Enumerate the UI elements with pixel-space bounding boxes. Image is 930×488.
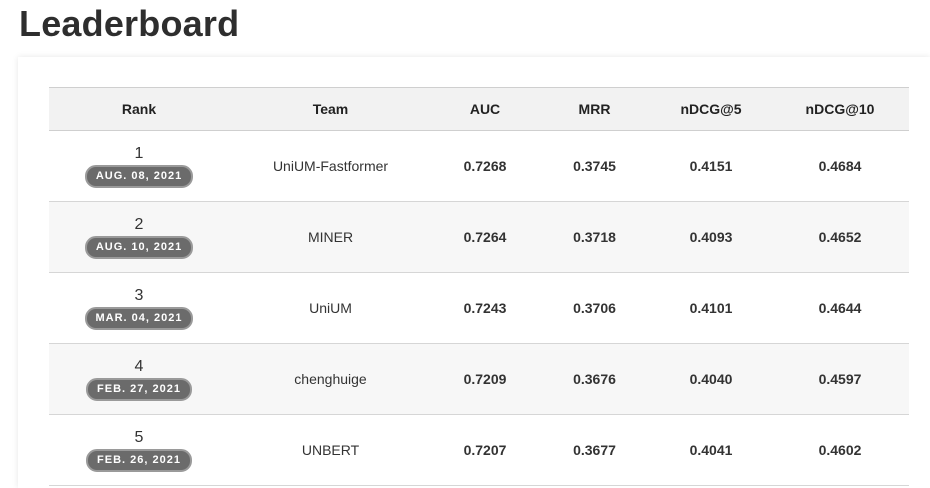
date-badge: AUG. 08, 2021 — [84, 164, 194, 188]
mrr-value: 0.3706 — [538, 272, 651, 344]
auc-value: 0.7207 — [432, 414, 538, 486]
table-header-row: Rank Team AUC MRR nDCG@5 nDCG@10 — [49, 87, 909, 131]
column-header-rank[interactable]: Rank — [49, 87, 229, 131]
mrr-value: 0.3718 — [538, 201, 651, 273]
ndcg10-value: 0.4602 — [771, 414, 909, 486]
column-header-auc[interactable]: AUC — [432, 87, 538, 131]
auc-value: 0.7264 — [432, 201, 538, 273]
rank-number: 5 — [134, 428, 144, 446]
date-badge: FEB. 26, 2021 — [86, 448, 192, 472]
table-row: 2 AUG. 10, 2021 MINER 0.7264 0.3718 0.40… — [49, 201, 909, 273]
rank-cell: 4 FEB. 27, 2021 — [49, 343, 229, 415]
auc-value: 0.7268 — [432, 130, 538, 202]
ndcg5-value: 0.4093 — [651, 201, 771, 273]
table-row: 3 MAR. 04, 2021 UniUM 0.7243 0.3706 0.41… — [49, 272, 909, 344]
column-header-team[interactable]: Team — [229, 87, 432, 131]
rank-number: 2 — [134, 215, 144, 233]
ndcg5-value: 0.4151 — [651, 130, 771, 202]
mrr-value: 0.3676 — [538, 343, 651, 415]
rank-number: 4 — [134, 357, 144, 375]
ndcg10-value: 0.4684 — [771, 130, 909, 202]
column-header-ndcg10[interactable]: nDCG@10 — [771, 87, 909, 131]
table-row: 4 FEB. 27, 2021 chenghuige 0.7209 0.3676… — [49, 343, 909, 415]
team-name: chenghuige — [229, 343, 432, 415]
rank-cell: 5 FEB. 26, 2021 — [49, 414, 229, 486]
page-title: Leaderboard — [19, 3, 240, 44]
table-row: 1 AUG. 08, 2021 UniUM-Fastformer 0.7268 … — [49, 130, 909, 202]
rank-cell: 3 MAR. 04, 2021 — [49, 272, 229, 344]
team-name: UNBERT — [229, 414, 432, 486]
team-name: UniUM-Fastformer — [229, 130, 432, 202]
table-row: 5 FEB. 26, 2021 UNBERT 0.7207 0.3677 0.4… — [49, 414, 909, 486]
date-badge: AUG. 10, 2021 — [84, 235, 194, 259]
ndcg10-value: 0.4644 — [771, 272, 909, 344]
leaderboard-table: Rank Team AUC MRR nDCG@5 nDCG@10 1 AUG. … — [49, 87, 909, 486]
ndcg5-value: 0.4040 — [651, 343, 771, 415]
column-header-ndcg5[interactable]: nDCG@5 — [651, 87, 771, 131]
date-badge: MAR. 04, 2021 — [84, 306, 194, 330]
auc-value: 0.7243 — [432, 272, 538, 344]
ndcg10-value: 0.4652 — [771, 201, 909, 273]
column-header-mrr[interactable]: MRR — [538, 87, 651, 131]
mrr-value: 0.3677 — [538, 414, 651, 486]
rank-cell: 2 AUG. 10, 2021 — [49, 201, 229, 273]
team-name: UniUM — [229, 272, 432, 344]
page: Leaderboard Rank Team AUC MRR nDCG@5 nDC… — [0, 0, 930, 488]
ndcg5-value: 0.4041 — [651, 414, 771, 486]
date-badge: FEB. 27, 2021 — [86, 377, 192, 401]
rank-number: 1 — [134, 144, 144, 162]
team-name: MINER — [229, 201, 432, 273]
mrr-value: 0.3745 — [538, 130, 651, 202]
auc-value: 0.7209 — [432, 343, 538, 415]
rank-cell: 1 AUG. 08, 2021 — [49, 130, 229, 202]
ndcg10-value: 0.4597 — [771, 343, 909, 415]
leaderboard-card: Rank Team AUC MRR nDCG@5 nDCG@10 1 AUG. … — [18, 57, 930, 488]
ndcg5-value: 0.4101 — [651, 272, 771, 344]
rank-number: 3 — [134, 286, 144, 304]
